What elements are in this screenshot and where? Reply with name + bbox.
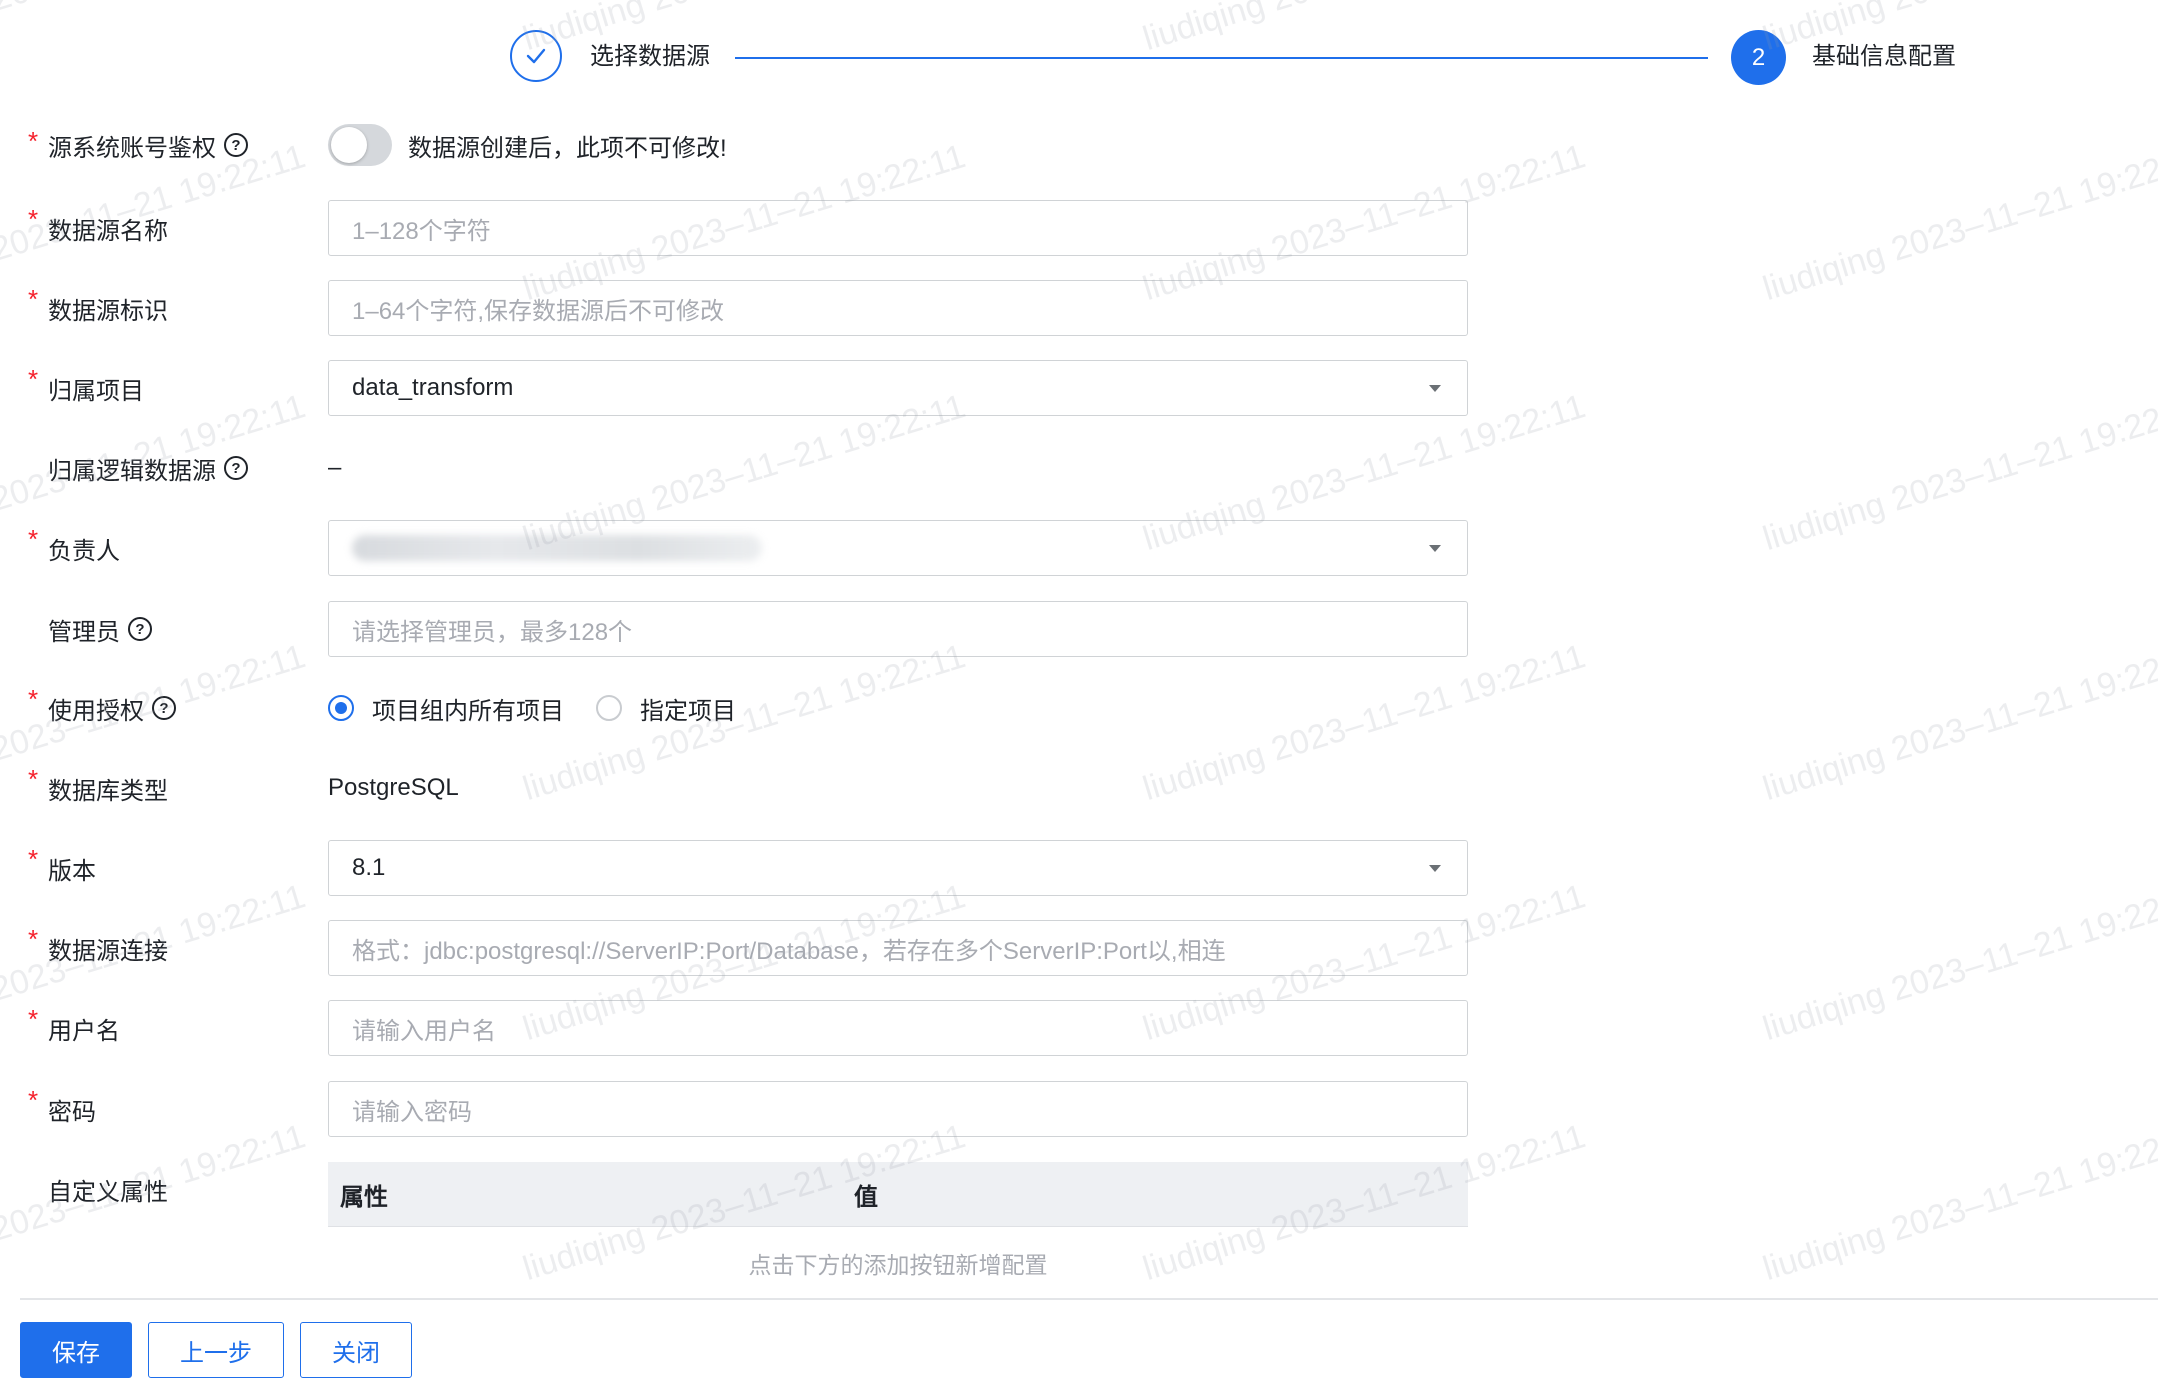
connection-label: 数据源连接 <box>48 937 168 965</box>
required-mark: * <box>28 126 39 156</box>
required-mark: * <box>28 924 39 954</box>
column-header-property: 属性 <box>340 1183 388 1211</box>
form-row-authorization: * 使用授权 ? 项目组内所有项目 指定项目 <box>0 680 2158 736</box>
form-row-project: * 归属项目 data_transform <box>0 360 2158 416</box>
caret-down-icon <box>1429 865 1441 872</box>
form-row-identifier: * 数据源标识 1–64个字符,保存数据源后不可修改 <box>0 280 2158 336</box>
check-icon <box>526 48 546 64</box>
close-button[interactable]: 关闭 <box>300 1322 412 1378</box>
password-label: 密码 <box>48 1098 96 1126</box>
form-row-logical-source: 归属逻辑数据源 ? – <box>0 440 2158 496</box>
required-mark: * <box>28 524 39 554</box>
custom-props-empty-text: 点击下方的添加按钮新增配置 <box>748 1252 1048 1278</box>
custom-props-table-header: 属性 值 <box>328 1162 1468 1227</box>
identifier-input[interactable]: 1–64个字符,保存数据源后不可修改 <box>328 280 1468 336</box>
radio-all-projects-label: 项目组内所有项目 <box>372 697 564 725</box>
step-connector <box>735 57 1708 59</box>
required-mark: * <box>28 284 39 314</box>
logical-source-label: 归属逻辑数据源 ? <box>48 440 248 496</box>
required-mark: * <box>28 684 39 714</box>
form-row-connection: * 数据源连接 格式：jdbc:postgresql://ServerIP:Po… <box>0 920 2158 976</box>
owner-value-redacted <box>352 535 762 561</box>
authorization-label-text: 使用授权 <box>48 697 144 725</box>
logical-source-label-text: 归属逻辑数据源 <box>48 457 216 485</box>
save-button[interactable]: 保存 <box>20 1322 132 1378</box>
required-mark: * <box>28 844 39 874</box>
custom-props-label: 自定义属性 <box>48 1178 168 1206</box>
admins-select[interactable]: 请选择管理员，最多128个 <box>328 601 1468 657</box>
help-icon[interactable]: ? <box>224 456 248 480</box>
owner-label: 负责人 <box>48 537 120 565</box>
steps-bar: 选择数据源 2 基础信息配置 <box>0 0 2158 110</box>
auth-toggle[interactable] <box>328 124 392 166</box>
radio-checked-icon <box>328 695 354 721</box>
version-select-value: 8.1 <box>352 854 386 881</box>
column-header-value: 值 <box>854 1183 878 1211</box>
auth-hint: 数据源创建后，此项不可修改! <box>408 134 727 162</box>
required-mark: * <box>28 364 39 394</box>
help-icon[interactable]: ? <box>152 696 176 720</box>
project-select[interactable]: data_transform <box>328 360 1468 416</box>
step-2-number: 2 <box>1731 30 1786 85</box>
form-row-db-type: * 数据库类型 PostgreSQL <box>0 760 2158 816</box>
username-label: 用户名 <box>48 1017 120 1045</box>
version-label: 版本 <box>48 857 96 885</box>
auth-label: 源系统账号鉴权 ? <box>48 122 248 168</box>
identifier-label: 数据源标识 <box>48 297 168 325</box>
step-1-label: 选择数据源 <box>590 43 710 70</box>
step-2-label: 基础信息配置 <box>1812 43 1956 70</box>
connection-input[interactable]: 格式：jdbc:postgresql://ServerIP:Port/Datab… <box>328 920 1468 976</box>
db-type-label: 数据库类型 <box>48 777 168 805</box>
form-row-auth: * 源系统账号鉴权 ? 数据源创建后，此项不可修改! <box>0 122 2158 178</box>
admins-label: 管理员 ? <box>48 601 152 657</box>
version-select[interactable]: 8.1 <box>328 840 1468 896</box>
name-input[interactable]: 1–128个字符 <box>328 200 1468 256</box>
auth-label-text: 源系统账号鉴权 <box>48 134 216 162</box>
db-type-value: PostgreSQL <box>328 774 459 801</box>
username-input[interactable]: 请输入用户名 <box>328 1000 1468 1056</box>
form-row-username: * 用户名 请输入用户名 <box>0 1000 2158 1056</box>
authorization-label: 使用授权 ? <box>48 680 176 736</box>
owner-select[interactable] <box>328 520 1468 576</box>
form-row-password: * 密码 请输入密码 <box>0 1081 2158 1137</box>
required-mark: * <box>28 204 39 234</box>
name-label: 数据源名称 <box>48 217 168 245</box>
form-row-name: * 数据源名称 1–128个字符 <box>0 200 2158 256</box>
form-row-owner: * 负责人 <box>0 520 2158 576</box>
caret-down-icon <box>1429 545 1441 552</box>
form-row-version: * 版本 8.1 <box>0 840 2158 896</box>
admins-label-text: 管理员 <box>48 618 120 646</box>
toggle-knob <box>331 127 367 163</box>
help-icon[interactable]: ? <box>224 133 248 157</box>
caret-down-icon <box>1429 385 1441 392</box>
prev-step-button[interactable]: 上一步 <box>148 1322 284 1378</box>
step-done-indicator <box>510 30 562 82</box>
radio-all-projects[interactable]: 项目组内所有项目 <box>328 680 564 736</box>
radio-specific-projects[interactable]: 指定项目 <box>596 680 736 736</box>
footer-divider <box>20 1298 2158 1300</box>
radio-unchecked-icon <box>596 695 622 721</box>
radio-specific-projects-label: 指定项目 <box>640 697 736 725</box>
password-input[interactable]: 请输入密码 <box>328 1081 1468 1137</box>
help-icon[interactable]: ? <box>128 617 152 641</box>
required-mark: * <box>28 764 39 794</box>
required-mark: * <box>28 1004 39 1034</box>
project-select-value: data_transform <box>352 374 514 401</box>
required-mark: * <box>28 1085 39 1115</box>
logical-source-value: – <box>328 454 342 481</box>
project-label: 归属项目 <box>48 377 144 405</box>
form-row-admins: 管理员 ? 请选择管理员，最多128个 <box>0 601 2158 657</box>
